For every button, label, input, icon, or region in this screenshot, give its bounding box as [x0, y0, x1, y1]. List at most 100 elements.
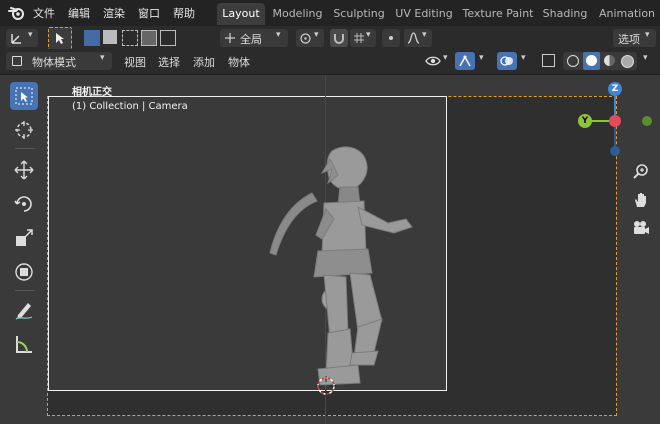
pan-button[interactable]: [629, 188, 653, 212]
tool-cursor[interactable]: [10, 116, 38, 144]
tool-settings-bar: ▾ 全局 ▾ ▾ ▾ ▾ 选项 ▾: [0, 26, 660, 50]
move-icon: [14, 160, 34, 180]
tab-animation[interactable]: Animation: [596, 3, 658, 25]
x-axis-icon[interactable]: [609, 115, 621, 127]
overlays-icon: [500, 56, 513, 66]
rotate-icon: [14, 196, 32, 212]
view-name: 相机正交: [72, 87, 112, 98]
annotate-pencil-icon: [15, 303, 33, 320]
xray-toggle[interactable]: [541, 53, 556, 68]
chevron-down-icon: ▾: [645, 30, 650, 40]
select-box-icon: [15, 87, 33, 105]
toolbar-divider: [15, 148, 35, 149]
chevron-down-icon: ▾: [276, 30, 281, 40]
tab-layout[interactable]: Layout: [217, 3, 265, 25]
gizmo-icon: [459, 55, 471, 67]
tab-uv-editing[interactable]: UV Editing: [393, 3, 455, 25]
snap-toggle[interactable]: [330, 29, 348, 47]
zoom-magnifier-icon: [633, 164, 648, 179]
grid-snap-icon: [354, 33, 364, 43]
overlays-toggle[interactable]: [497, 52, 517, 70]
tool-move[interactable]: [10, 156, 38, 184]
gizmo-toggle[interactable]: [455, 52, 475, 70]
zoom-button[interactable]: [629, 160, 653, 184]
tool-transform[interactable]: [10, 258, 38, 286]
chevron-down-icon[interactable]: ▾: [643, 53, 648, 63]
menu-select[interactable]: 选择: [158, 54, 180, 70]
solid-shading-button[interactable]: [583, 52, 600, 70]
material-shading-icon[interactable]: [604, 55, 615, 66]
mode-value: 物体模式: [32, 56, 76, 69]
menu-add[interactable]: 添加: [193, 54, 215, 70]
hand-pan-icon: [635, 193, 646, 207]
solid-shading-icon: [586, 55, 597, 66]
select-tool-button[interactable]: [48, 27, 72, 50]
tab-texture-paint[interactable]: Texture Paint: [461, 3, 535, 25]
wireframe-shading-icon[interactable]: [567, 55, 579, 67]
menu-window[interactable]: 窗口: [138, 5, 160, 21]
chevron-down-icon: ▾: [100, 53, 105, 63]
menu-file[interactable]: 文件: [33, 5, 55, 21]
cursor-arrow-icon: [56, 33, 64, 44]
select-invert-icon[interactable]: [141, 30, 157, 46]
falloff-curve-icon: [407, 32, 420, 44]
y-axis-label[interactable]: Y: [578, 114, 592, 128]
pivot-icon: [300, 33, 311, 44]
3d-viewport[interactable]: 相机正交 (1) Collection | Camera Z Y: [0, 75, 660, 424]
3d-cursor-icon[interactable]: [315, 375, 337, 397]
dot-icon: [389, 36, 393, 40]
object-mode-icon: [12, 56, 22, 66]
camera-icon: [634, 221, 649, 234]
tab-sculpting[interactable]: Sculpting: [331, 3, 387, 25]
magnet-icon: [334, 34, 344, 44]
chevron-down-icon[interactable]: ▾: [521, 53, 526, 63]
tab-modeling[interactable]: Modeling: [270, 3, 325, 25]
chevron-down-icon: ▾: [422, 30, 427, 40]
tab-shading[interactable]: Shading: [540, 3, 590, 25]
camera-view-button[interactable]: [629, 216, 653, 240]
chevron-down-icon: ▾: [314, 30, 319, 40]
pivot-point-dropdown[interactable]: ▾: [296, 29, 324, 47]
left-toolbar: [9, 82, 41, 353]
xray-icon: [542, 54, 555, 67]
rendered-shading-icon[interactable]: [621, 55, 634, 68]
menu-edit[interactable]: 编辑: [68, 5, 90, 21]
tool-measure[interactable]: [10, 330, 38, 358]
snap-element-dropdown[interactable]: ▾: [350, 29, 376, 47]
menu-render[interactable]: 渲染: [103, 5, 125, 21]
transform-pivot-button[interactable]: ▾: [6, 29, 38, 47]
chevron-down-icon: ▾: [366, 30, 371, 40]
shading-modes: [563, 52, 637, 70]
transform-icon: [15, 263, 33, 281]
visibility-dropdown[interactable]: ▾: [424, 52, 452, 70]
tool-rotate[interactable]: [10, 190, 38, 218]
select-subtract-icon[interactable]: [122, 30, 138, 46]
orientation-icon: [225, 33, 235, 43]
scale-icon: [16, 229, 33, 246]
options-label: 选项: [618, 33, 640, 46]
select-new-icon[interactable]: [84, 30, 100, 46]
select-intersect-icon[interactable]: [160, 30, 176, 46]
measure-ruler-icon: [16, 336, 32, 353]
transform-orientation-dropdown[interactable]: 全局 ▾: [220, 29, 288, 47]
falloff-dropdown[interactable]: ▾: [404, 29, 432, 47]
chevron-down-icon[interactable]: ▾: [479, 53, 484, 63]
options-dropdown[interactable]: 选项 ▾: [613, 29, 656, 47]
blender-logo-icon[interactable]: [8, 5, 25, 21]
proportional-edit-toggle[interactable]: [382, 29, 400, 47]
tool-select-box[interactable]: [10, 82, 38, 110]
orientation-value: 全局: [240, 33, 262, 46]
mode-dropdown[interactable]: 物体模式 ▾: [6, 52, 112, 70]
eye-icon: [425, 56, 441, 66]
tool-annotate[interactable]: [10, 296, 38, 324]
tool-scale[interactable]: [10, 224, 38, 252]
cursor-tool-icon: [15, 121, 33, 139]
select-extend-icon[interactable]: [103, 30, 117, 44]
neg-y-axis-icon[interactable]: [642, 116, 652, 126]
menu-object[interactable]: 物体: [228, 54, 250, 70]
z-axis-label[interactable]: Z: [608, 82, 622, 96]
neg-z-axis-icon[interactable]: [610, 146, 620, 156]
character-model[interactable]: [262, 143, 422, 393]
menu-view[interactable]: 视图: [124, 54, 146, 70]
menu-help[interactable]: 帮助: [173, 5, 195, 21]
